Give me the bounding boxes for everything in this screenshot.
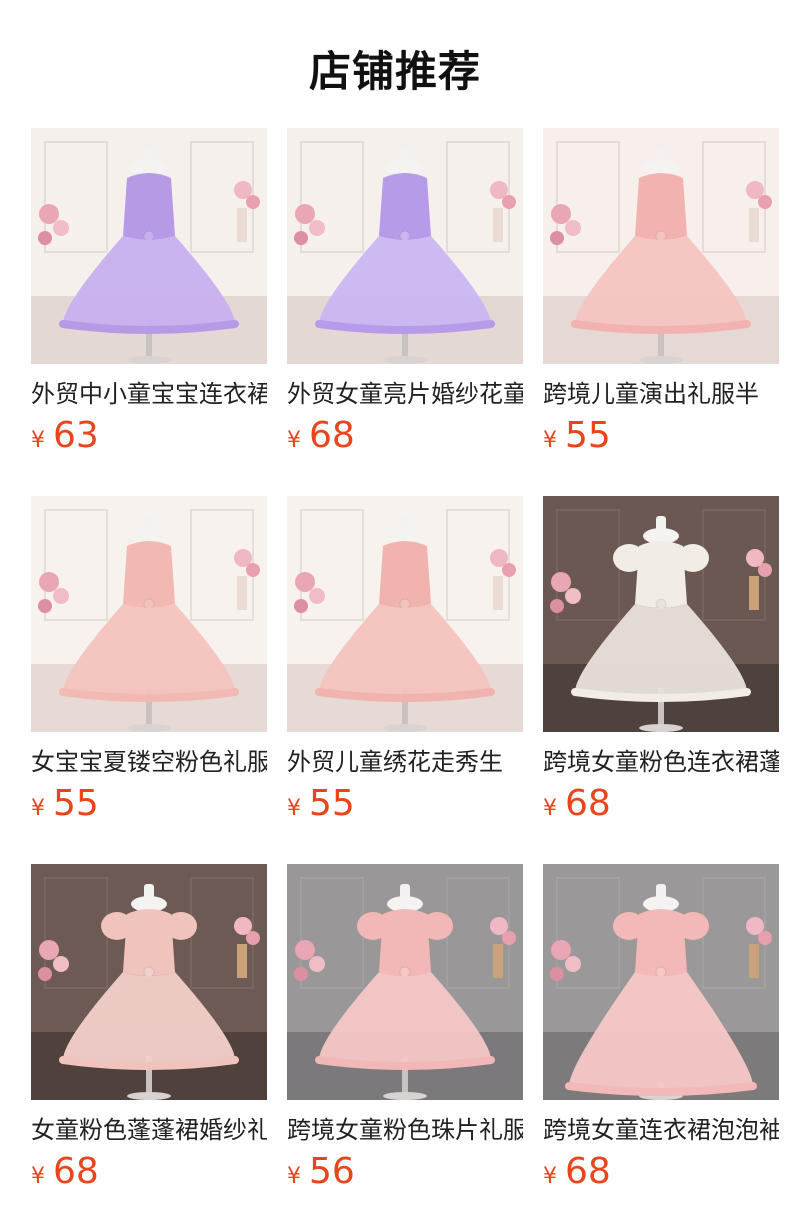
product-name[interactable]: 跨境女童粉色珠片礼服 bbox=[287, 1114, 523, 1146]
product-card[interactable]: 跨境女童连衣裙泡泡袖 ¥68 bbox=[543, 864, 779, 1232]
product-price: ¥68 bbox=[31, 1152, 267, 1192]
product-name[interactable]: 外贸儿童绣花走秀生 bbox=[287, 746, 523, 778]
price-value: 68 bbox=[309, 415, 355, 456]
currency-symbol: ¥ bbox=[287, 1164, 301, 1189]
product-image[interactable] bbox=[31, 496, 267, 732]
product-image[interactable] bbox=[543, 128, 779, 364]
product-price: ¥55 bbox=[287, 784, 523, 824]
product-name[interactable]: 女童粉色蓬蓬裙婚纱礼 bbox=[31, 1114, 267, 1146]
product-image[interactable] bbox=[287, 128, 523, 364]
product-card[interactable]: 外贸女童亮片婚纱花童 ¥68 bbox=[287, 128, 523, 496]
product-price: ¥55 bbox=[543, 416, 779, 456]
dress-photo bbox=[543, 864, 779, 1100]
currency-symbol: ¥ bbox=[31, 1164, 45, 1189]
currency-symbol: ¥ bbox=[543, 428, 557, 453]
currency-symbol: ¥ bbox=[31, 428, 45, 453]
product-card[interactable]: 女宝宝夏镂空粉色礼服 ¥55 bbox=[31, 496, 267, 864]
product-image[interactable] bbox=[31, 864, 267, 1100]
price-value: 68 bbox=[565, 1151, 611, 1192]
product-image[interactable] bbox=[287, 496, 523, 732]
product-card[interactable]: 女童粉色蓬蓬裙婚纱礼 ¥68 bbox=[31, 864, 267, 1232]
currency-symbol: ¥ bbox=[543, 1164, 557, 1189]
dress-photo bbox=[287, 128, 523, 364]
currency-symbol: ¥ bbox=[287, 796, 301, 821]
product-card[interactable]: 跨境女童粉色珠片礼服 ¥56 bbox=[287, 864, 523, 1232]
price-value: 68 bbox=[53, 1151, 99, 1192]
product-card[interactable]: 跨境儿童演出礼服半 ¥55 bbox=[543, 128, 779, 496]
product-name[interactable]: 跨境儿童演出礼服半 bbox=[543, 378, 779, 410]
product-card[interactable]: 跨境女童粉色连衣裙蓬 ¥68 bbox=[543, 496, 779, 864]
price-value: 55 bbox=[309, 783, 355, 824]
dress-photo bbox=[31, 496, 267, 732]
price-value: 56 bbox=[309, 1151, 355, 1192]
product-card[interactable]: 外贸儿童绣花走秀生 ¥55 bbox=[287, 496, 523, 864]
store-recommendations-page: 店铺推荐 外贸中小童宝宝连衣裙 ¥63 外贸女童亮片婚纱花童 ¥68 跨境儿童演… bbox=[0, 0, 790, 1232]
product-grid: 外贸中小童宝宝连衣裙 ¥63 外贸女童亮片婚纱花童 ¥68 跨境儿童演出礼服半 … bbox=[31, 128, 779, 1232]
product-image[interactable] bbox=[287, 864, 523, 1100]
dress-photo bbox=[31, 864, 267, 1100]
dress-photo bbox=[543, 496, 779, 732]
product-name[interactable]: 女宝宝夏镂空粉色礼服 bbox=[31, 746, 267, 778]
currency-symbol: ¥ bbox=[543, 796, 557, 821]
price-value: 55 bbox=[565, 415, 611, 456]
product-card[interactable]: 外贸中小童宝宝连衣裙 ¥63 bbox=[31, 128, 267, 496]
product-name[interactable]: 外贸中小童宝宝连衣裙 bbox=[31, 378, 267, 410]
section-title: 店铺推荐 bbox=[308, 47, 481, 96]
product-name[interactable]: 跨境女童粉色连衣裙蓬 bbox=[543, 746, 779, 778]
price-value: 63 bbox=[53, 415, 99, 456]
dress-photo bbox=[31, 128, 267, 364]
dress-photo bbox=[543, 128, 779, 364]
product-price: ¥68 bbox=[543, 784, 779, 824]
product-price: ¥68 bbox=[287, 416, 523, 456]
price-value: 55 bbox=[53, 783, 99, 824]
dress-photo bbox=[287, 496, 523, 732]
product-image[interactable] bbox=[543, 496, 779, 732]
currency-symbol: ¥ bbox=[31, 796, 45, 821]
product-price: ¥56 bbox=[287, 1152, 523, 1192]
product-name[interactable]: 外贸女童亮片婚纱花童 bbox=[287, 378, 523, 410]
product-name[interactable]: 跨境女童连衣裙泡泡袖 bbox=[543, 1114, 779, 1146]
product-image[interactable] bbox=[31, 128, 267, 364]
product-image[interactable] bbox=[543, 864, 779, 1100]
product-price: ¥68 bbox=[543, 1152, 779, 1192]
dress-photo bbox=[287, 864, 523, 1100]
currency-symbol: ¥ bbox=[287, 428, 301, 453]
product-price: ¥55 bbox=[31, 784, 267, 824]
product-price: ¥63 bbox=[31, 416, 267, 456]
price-value: 68 bbox=[565, 783, 611, 824]
